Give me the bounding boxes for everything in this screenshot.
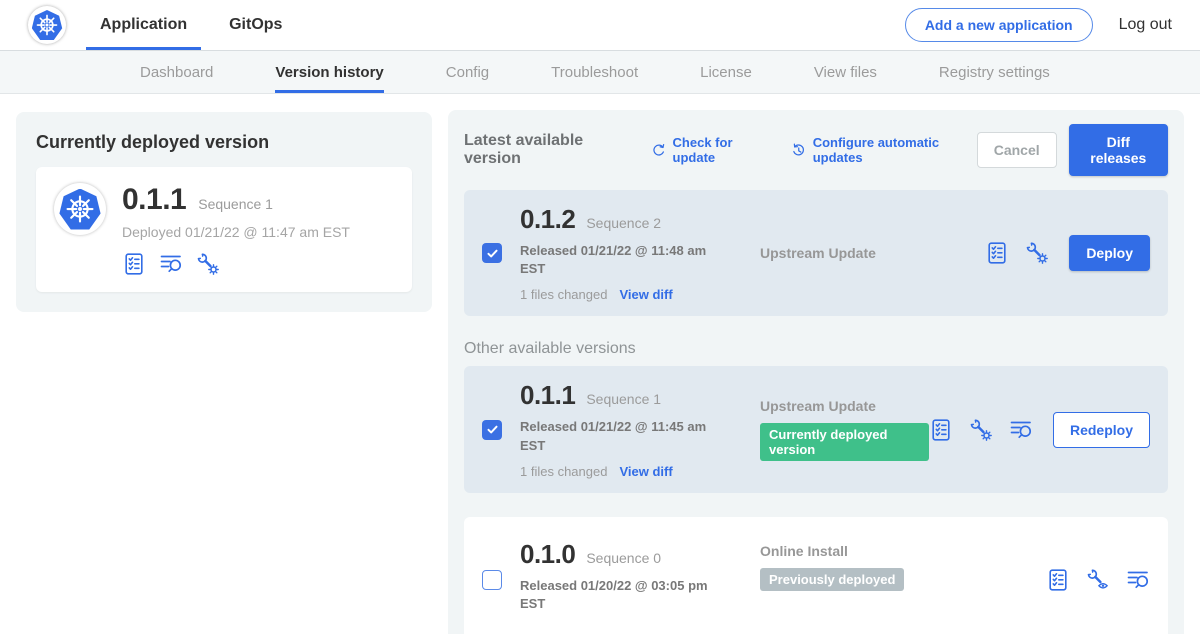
release-notes-icon[interactable]	[985, 241, 1009, 265]
edit-config-icon[interactable]	[1025, 241, 1049, 265]
version-checkbox[interactable]	[482, 243, 502, 263]
app-sub-nav: Dashboard Version history Config Trouble…	[0, 50, 1200, 94]
deploy-button[interactable]: Deploy	[1069, 235, 1150, 271]
check-for-update-link[interactable]: Check for update	[651, 135, 769, 165]
checkmark-icon	[485, 246, 500, 261]
view-config-icon[interactable]	[1086, 568, 1110, 592]
files-changed-label: 1 files changed	[520, 464, 607, 479]
view-diff-link[interactable]: View diff	[619, 464, 672, 479]
preflight-results-icon[interactable]	[1009, 418, 1033, 442]
checkmark-icon	[485, 422, 500, 437]
deployed-version-number: 0.1.1	[122, 183, 186, 217]
files-changed-label: 1 files changed	[520, 287, 607, 302]
release-notes-icon[interactable]	[122, 252, 146, 276]
subnav-dashboard[interactable]: Dashboard	[140, 51, 213, 93]
preflight-results-icon[interactable]	[1126, 568, 1150, 592]
version-source-label: Upstream Update	[760, 398, 929, 414]
deployed-timestamp: Deployed 01/21/22 @ 11:47 am EST	[122, 224, 350, 240]
tab-application[interactable]: Application	[86, 0, 201, 50]
latest-available-title: Latest available version	[464, 132, 629, 168]
version-row-0-1-0: 0.1.0 Sequence 0 Released 01/20/22 @ 03:…	[464, 517, 1168, 634]
sequence-label: Sequence 1	[586, 391, 661, 407]
subnav-license[interactable]: License	[700, 51, 752, 93]
deployed-sequence-label: Sequence 1	[198, 196, 273, 212]
version-source-label: Online Install	[760, 543, 1046, 559]
schedule-update-icon	[791, 142, 807, 159]
currently-deployed-panel: Currently deployed version 0.1.1 Sequenc…	[16, 112, 432, 312]
cancel-button[interactable]: Cancel	[977, 132, 1057, 168]
subnav-troubleshoot[interactable]: Troubleshoot	[551, 51, 638, 93]
log-out-button[interactable]: Log out	[1119, 16, 1172, 34]
available-versions-header: Latest available version Check for updat…	[464, 124, 1168, 176]
version-number: 0.1.1	[520, 380, 575, 411]
release-notes-icon[interactable]	[1046, 568, 1070, 592]
add-new-application-button[interactable]: Add a new application	[905, 8, 1093, 42]
kubernetes-icon	[59, 189, 101, 230]
version-number: 0.1.0	[520, 539, 575, 570]
app-logo	[28, 6, 66, 44]
subnav-view-files[interactable]: View files	[814, 51, 877, 93]
available-versions-panel: Latest available version Check for updat…	[448, 110, 1184, 634]
deployed-version-card: 0.1.1 Sequence 1 Deployed 01/21/22 @ 11:…	[36, 167, 412, 292]
kots-admin-console: Application GitOps Add a new application…	[0, 0, 1200, 634]
subnav-registry-settings[interactable]: Registry settings	[939, 51, 1050, 93]
sequence-label: Sequence 0	[586, 550, 661, 566]
preflight-results-icon[interactable]	[159, 252, 183, 276]
tab-gitops[interactable]: GitOps	[215, 0, 296, 50]
subnav-config[interactable]: Config	[446, 51, 489, 93]
edit-config-icon[interactable]	[196, 252, 220, 276]
edit-config-icon[interactable]	[969, 418, 993, 442]
deployed-panel-title: Currently deployed version	[36, 132, 412, 153]
top-nav-right: Add a new application Log out	[905, 8, 1172, 42]
released-timestamp: Released 01/21/22 @ 11:45 am EST	[520, 418, 720, 454]
version-checkbox[interactable]	[482, 420, 502, 440]
configure-automatic-updates-link[interactable]: Configure automatic updates	[791, 135, 977, 165]
app-logo	[54, 183, 106, 235]
version-checkbox[interactable]	[482, 570, 502, 590]
version-source-label: Upstream Update	[760, 245, 985, 261]
other-versions-title: Other available versions	[464, 340, 1168, 358]
refresh-icon	[651, 142, 666, 159]
kubernetes-icon	[32, 10, 63, 40]
top-nav: Application GitOps Add a new application…	[0, 0, 1200, 50]
version-row-0-1-2: 0.1.2 Sequence 2 Released 01/21/22 @ 11:…	[464, 190, 1168, 316]
version-number: 0.1.2	[520, 204, 575, 235]
release-notes-icon[interactable]	[929, 418, 953, 442]
released-timestamp: Released 01/21/22 @ 11:48 am EST	[520, 242, 720, 278]
diff-releases-button[interactable]: Diff releases	[1069, 124, 1168, 176]
version-row-0-1-1: 0.1.1 Sequence 1 Released 01/21/22 @ 11:…	[464, 366, 1168, 492]
view-diff-link[interactable]: View diff	[619, 287, 672, 302]
previously-deployed-badge: Previously deployed	[760, 568, 904, 591]
subnav-version-history[interactable]: Version history	[275, 51, 383, 93]
top-nav-tabs: Application GitOps	[86, 0, 296, 50]
redeploy-button[interactable]: Redeploy	[1053, 412, 1150, 448]
currently-deployed-badge: Currently deployed version	[760, 423, 929, 461]
sequence-label: Sequence 2	[586, 215, 661, 231]
released-timestamp: Released 01/20/22 @ 03:05 pm EST	[520, 577, 720, 613]
